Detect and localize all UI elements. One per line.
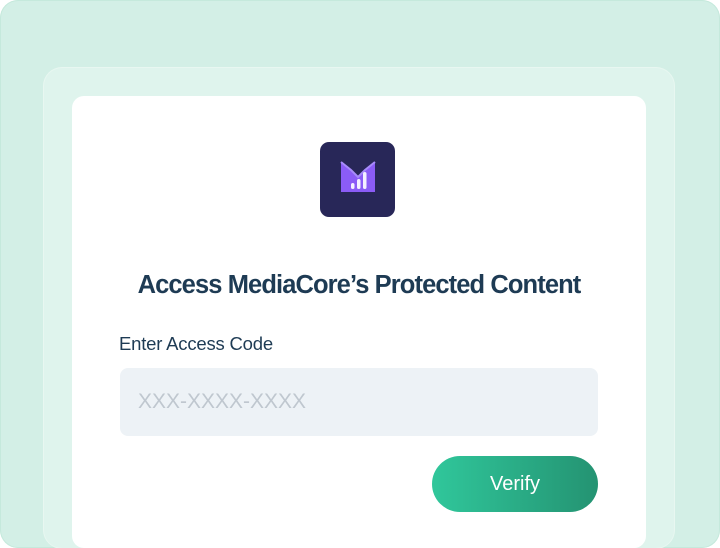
page-title: Access MediaCore’s Protected Content — [137, 271, 582, 300]
access-code-label: Enter Access Code — [119, 333, 273, 354]
verify-button[interactable]: Verify — [432, 456, 598, 512]
mediacore-logo — [320, 142, 395, 217]
access-code-card: Access MediaCore’s Protected Content Ent… — [72, 96, 646, 548]
access-code-input[interactable] — [120, 368, 598, 436]
mediacore-chart-logo-icon — [340, 161, 376, 192]
